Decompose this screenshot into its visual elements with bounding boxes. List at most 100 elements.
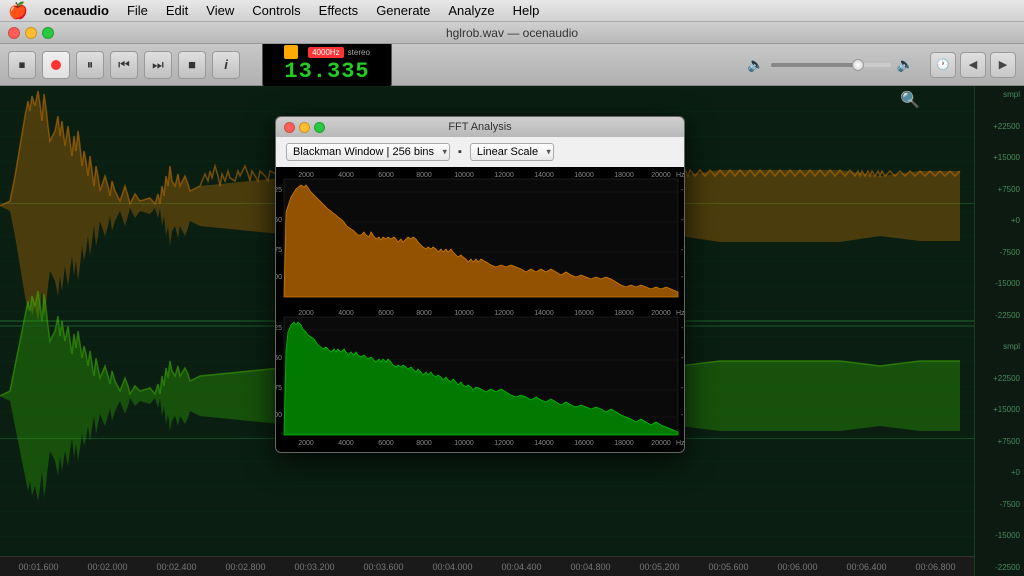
svg-text:12000: 12000 <box>494 172 514 179</box>
svg-text:16000: 16000 <box>574 172 594 179</box>
prev-button[interactable]: ⏮ <box>110 51 138 79</box>
tick-14: 00:06.800 <box>901 562 970 572</box>
menu-controls[interactable]: Controls <box>244 1 308 20</box>
tick-8: 00:04.400 <box>487 562 556 572</box>
stop2-button[interactable]: ■ <box>178 51 206 79</box>
svg-text:10000: 10000 <box>454 172 474 179</box>
amplitude-scale: smpl +22500 +15000 +7500 +0 -7500 -15000… <box>974 86 1024 576</box>
svg-text:2000: 2000 <box>298 172 314 179</box>
scale-neg7500: -7500 <box>979 248 1020 257</box>
svg-text:18000: 18000 <box>614 172 634 179</box>
tick-6: 00:03.600 <box>349 562 418 572</box>
scale-7500: +7500 <box>979 185 1020 194</box>
record-button[interactable] <box>42 51 70 79</box>
scale-0-2: +0 <box>979 468 1020 477</box>
toolbar: ⏹ ⏸ ⏮ ⏭ ■ i 4000Hz stereo 13.335 🔈 🔊 🕐 ◀… <box>0 44 1024 86</box>
fft-window-type-select[interactable]: Blackman Window | 256 bins <box>286 143 450 161</box>
pause-button[interactable]: ⏸ <box>76 51 104 79</box>
tick-7: 00:04.000 <box>418 562 487 572</box>
scale-neg15000-2: -15000 <box>979 531 1020 540</box>
time-icon <box>284 45 298 59</box>
maximize-button[interactable] <box>42 27 54 39</box>
time-mode: 4000Hz <box>308 47 344 58</box>
svg-text:-75: -75 <box>276 385 282 392</box>
tick-3: 00:02.400 <box>142 562 211 572</box>
svg-text:-100: -100 <box>681 274 684 281</box>
svg-text:2000: 2000 <box>298 310 314 317</box>
svg-text:Hz: Hz <box>676 172 684 179</box>
fft-chart: 2000 4000 6000 8000 10000 12000 14000 16… <box>276 167 684 452</box>
scale-0: +0 <box>979 216 1020 225</box>
volume-low-icon: 🔈 <box>747 56 764 73</box>
main-area: 00:01.600 00:02.000 00:02.400 00:02.800 … <box>0 86 1024 576</box>
fft-scale-select[interactable]: Linear Scale <box>470 143 554 161</box>
scale-7500-2: +7500 <box>979 437 1020 446</box>
svg-text:6000: 6000 <box>378 440 394 447</box>
scale-15000-2: +15000 <box>979 405 1020 414</box>
svg-text:20000: 20000 <box>651 172 671 179</box>
volume-area: 🔈 🔊 <box>747 56 914 73</box>
svg-text:8000: 8000 <box>416 310 432 317</box>
scale-22500: +22500 <box>979 122 1020 131</box>
back-button[interactable]: ◀ <box>960 52 986 78</box>
volume-slider[interactable] <box>771 63 891 67</box>
svg-text:-50: -50 <box>276 217 282 224</box>
apple-menu[interactable]: 🍎 <box>8 1 28 21</box>
clock-button[interactable]: 🕐 <box>930 52 956 78</box>
svg-text:-25: -25 <box>276 325 282 332</box>
svg-text:18000: 18000 <box>614 440 634 447</box>
volume-thumb <box>852 59 864 71</box>
fft-analysis-window: FFT Analysis Blackman Window | 256 bins … <box>275 116 685 453</box>
fft-minimize-button[interactable] <box>299 122 310 133</box>
svg-text:Hz: Hz <box>676 310 684 317</box>
stereo-label: stereo <box>348 48 370 57</box>
svg-text:14000: 14000 <box>534 310 554 317</box>
svg-text:14000: 14000 <box>534 440 554 447</box>
next-button[interactable]: ⏭ <box>144 51 172 79</box>
tick-2: 00:02.000 <box>73 562 142 572</box>
info-button[interactable]: i <box>212 51 240 79</box>
zoom-icon[interactable]: 🔍 <box>900 90 920 110</box>
svg-text:14000: 14000 <box>534 172 554 179</box>
svg-text:-100: -100 <box>276 412 282 419</box>
fft-maximize-button[interactable] <box>314 122 325 133</box>
svg-text:-100: -100 <box>681 412 684 419</box>
close-button[interactable] <box>8 27 20 39</box>
fft-window-controls <box>284 122 325 133</box>
svg-text:20000: 20000 <box>651 440 671 447</box>
fft-title-bar: FFT Analysis <box>276 117 684 137</box>
stop-button[interactable]: ⏹ <box>8 51 36 79</box>
svg-text:-50: -50 <box>276 355 282 362</box>
menu-view[interactable]: View <box>198 1 242 20</box>
menu-effects[interactable]: Effects <box>311 1 367 20</box>
window-controls <box>8 27 54 39</box>
menu-file[interactable]: File <box>119 1 156 20</box>
svg-text:-25: -25 <box>681 325 684 332</box>
tick-12: 00:06.000 <box>763 562 832 572</box>
time-header: 4000Hz stereo <box>284 45 370 59</box>
volume-high-icon: 🔊 <box>897 56 914 73</box>
menu-help[interactable]: Help <box>505 1 548 20</box>
svg-text:-75: -75 <box>681 385 684 392</box>
tick-9: 00:04.800 <box>556 562 625 572</box>
svg-text:-100: -100 <box>276 274 282 281</box>
menu-edit[interactable]: Edit <box>158 1 196 20</box>
svg-text:-75: -75 <box>681 247 684 254</box>
svg-text:16000: 16000 <box>574 440 594 447</box>
svg-text:6000: 6000 <box>378 172 394 179</box>
menu-generate[interactable]: Generate <box>368 1 438 20</box>
svg-text:-25: -25 <box>681 187 684 194</box>
scale-neg15000: -15000 <box>979 279 1020 288</box>
tick-5: 00:03.200 <box>280 562 349 572</box>
menu-analyze[interactable]: Analyze <box>440 1 502 20</box>
fft-controls-bar: Blackman Window | 256 bins ▪ Linear Scal… <box>276 137 684 167</box>
fft-close-button[interactable] <box>284 122 295 133</box>
scale-smpl-1: smpl <box>979 90 1020 99</box>
forward-button[interactable]: ▶ <box>990 52 1016 78</box>
scale-neg22500: -22500 <box>979 311 1020 320</box>
menu-app-name[interactable]: ocenaudio <box>36 1 117 20</box>
tick-4: 00:02.800 <box>211 562 280 572</box>
fft-window-title: FFT Analysis <box>448 121 511 133</box>
scale-neg22500-2: -22500 <box>979 563 1020 572</box>
minimize-button[interactable] <box>25 27 37 39</box>
